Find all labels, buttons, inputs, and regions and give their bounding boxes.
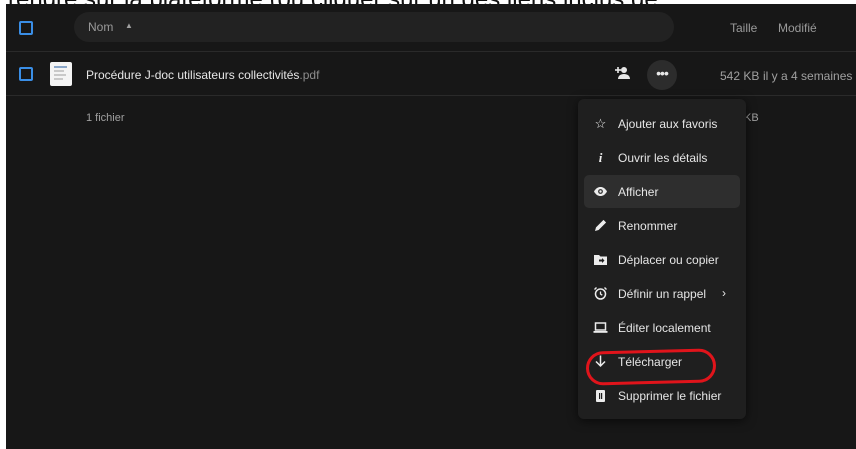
alarm-icon: [593, 286, 608, 301]
menu-item-label: Supprimer le fichier: [618, 389, 722, 403]
menu-item-label: Renommer: [618, 219, 678, 233]
menu-item-label: Définir un rappel: [618, 287, 707, 301]
sort-ascending-icon[interactable]: ▲: [125, 21, 133, 30]
share-user-add-icon[interactable]: [614, 65, 632, 81]
pdf-thumbnail-icon: [50, 62, 72, 86]
menu-item-set-reminder[interactable]: Définir un rappel ›: [584, 277, 740, 310]
select-all-checkbox[interactable]: [19, 21, 33, 35]
column-modified-label[interactable]: Modifié: [778, 21, 817, 35]
menu-item-label: Déplacer ou copier: [618, 253, 719, 267]
menu-item-view[interactable]: Afficher: [584, 175, 740, 208]
total-size-summary: KB: [744, 112, 759, 124]
laptop-icon: [593, 320, 608, 335]
eye-icon: [593, 184, 608, 199]
file-select-checkbox[interactable]: [19, 67, 33, 81]
file-name[interactable]: Procédure J-doc utilisateurs collectivit…: [86, 68, 319, 82]
file-count-summary: 1 fichier: [86, 112, 125, 124]
menu-item-edit-locally[interactable]: Éditer localement: [584, 311, 740, 344]
files-app: Nom ▲ Taille Modifié Procédure J-doc uti…: [6, 4, 856, 449]
file-extension: .pdf: [299, 68, 320, 82]
menu-item-move-copy[interactable]: Déplacer ou copier: [584, 243, 740, 276]
menu-item-label: Ouvrir les détails: [618, 151, 708, 165]
column-name-label[interactable]: Nom: [88, 20, 113, 34]
menu-item-rename[interactable]: Renommer: [584, 209, 740, 242]
menu-item-label: Afficher: [618, 185, 659, 199]
menu-item-add-favorite[interactable]: ☆ Ajouter aux favoris: [584, 107, 740, 140]
file-basename: Procédure J-doc utilisateurs collectivit…: [86, 68, 300, 82]
file-modified-date: il y a 4 semaines: [763, 69, 853, 83]
trash-icon: [593, 388, 608, 403]
pencil-icon: [593, 218, 608, 233]
header-name-column[interactable]: [74, 12, 674, 42]
column-size-label[interactable]: Taille: [730, 21, 757, 35]
info-icon: i: [598, 150, 603, 165]
download-highlight-annotation: [585, 348, 717, 386]
file-row[interactable]: Procédure J-doc utilisateurs collectivit…: [6, 51, 856, 96]
chevron-right-icon: ›: [722, 286, 726, 300]
file-size: 542 KB: [720, 69, 760, 83]
folder-move-icon: [593, 252, 608, 267]
file-list-header: Nom ▲ Taille Modifié: [6, 4, 856, 50]
more-actions-button[interactable]: •••: [647, 60, 677, 90]
star-icon: ☆: [594, 116, 607, 131]
menu-item-label: Ajouter aux favoris: [618, 117, 718, 131]
menu-item-label: Éditer localement: [618, 321, 711, 335]
menu-item-open-details[interactable]: i Ouvrir les détails: [584, 141, 740, 174]
